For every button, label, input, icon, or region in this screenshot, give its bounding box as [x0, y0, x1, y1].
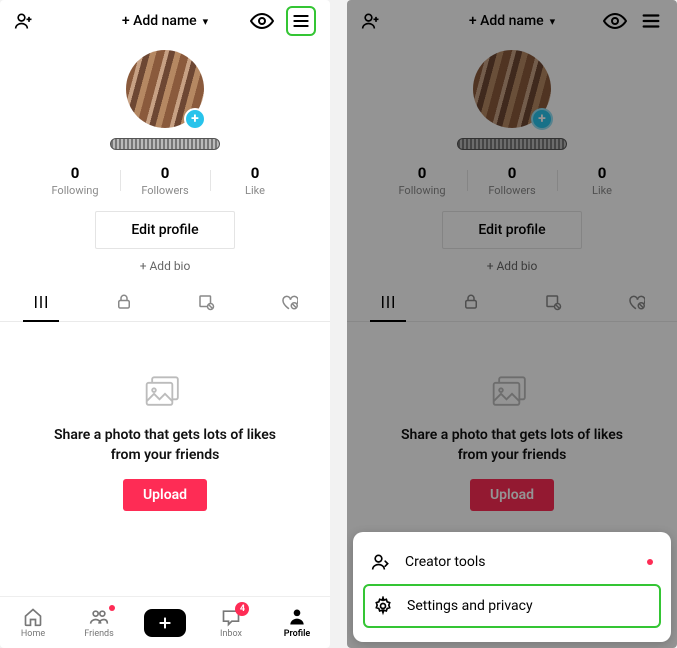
- header: + Add name ▾: [0, 0, 330, 42]
- gear-icon: [373, 596, 393, 616]
- person-icon: [371, 552, 391, 572]
- chevron-down-icon: ▾: [203, 15, 209, 28]
- stat-following[interactable]: 0 Following: [30, 164, 120, 197]
- bottom-nav: Home Friends Inbox 4 Profile: [0, 596, 330, 648]
- empty-state: Share a photo that gets lots of likes fr…: [0, 322, 330, 596]
- avatar-section: +: [0, 42, 330, 150]
- profile-tabs: [0, 283, 330, 322]
- sheet-creator-tools[interactable]: Creator tools: [353, 540, 671, 584]
- edit-profile-button[interactable]: Edit profile: [95, 211, 235, 249]
- nav-friends[interactable]: Friends: [66, 607, 132, 639]
- add-name-label: + Add name: [122, 13, 197, 29]
- add-person-icon[interactable]: [14, 11, 34, 31]
- nav-create[interactable]: [132, 609, 198, 637]
- friends-icon: [88, 607, 110, 627]
- stat-followers[interactable]: 0 Followers: [120, 164, 210, 197]
- photo-stack-icon: [143, 372, 187, 412]
- empty-state-text: Share a photo that gets lots of likes fr…: [0, 426, 330, 465]
- stat-likes[interactable]: 0 Like: [210, 164, 300, 197]
- tab-reposts[interactable]: [165, 283, 248, 321]
- add-name-dropdown[interactable]: + Add name ▾: [122, 13, 208, 29]
- friends-badge-dot: [109, 605, 115, 611]
- action-sheet: Creator tools Settings and privacy: [353, 532, 671, 642]
- profile-screen-with-action-sheet: + Add name ▾ + 0 Following 0 Followers 0: [347, 0, 677, 648]
- plus-icon: [157, 615, 173, 631]
- tab-liked[interactable]: [248, 283, 331, 321]
- nav-inbox[interactable]: Inbox 4: [198, 607, 264, 639]
- tab-private[interactable]: [83, 283, 166, 321]
- tab-grid[interactable]: [0, 283, 83, 321]
- inbox-badge: 4: [235, 602, 249, 616]
- profile-screen-with-menu-highlight: + Add name ▾ + 0 Following 0 Followers 0: [0, 0, 330, 648]
- nav-profile[interactable]: Profile: [264, 607, 330, 639]
- home-icon: [22, 607, 44, 627]
- view-as-icon[interactable]: [250, 9, 274, 33]
- avatar[interactable]: +: [126, 50, 204, 128]
- profile-icon: [286, 607, 308, 627]
- stats-row: 0 Following 0 Followers 0 Like: [0, 164, 330, 197]
- sheet-settings-privacy-highlighted[interactable]: Settings and privacy: [363, 584, 661, 628]
- menu-button-highlighted[interactable]: [286, 6, 316, 36]
- upload-button[interactable]: Upload: [123, 479, 207, 511]
- create-button[interactable]: [144, 609, 186, 637]
- add-bio-button[interactable]: + Add bio: [0, 259, 330, 273]
- avatar-plus-icon[interactable]: +: [184, 108, 206, 130]
- notification-dot: [647, 559, 653, 565]
- nav-home[interactable]: Home: [0, 607, 66, 639]
- username-redacted: [110, 138, 220, 150]
